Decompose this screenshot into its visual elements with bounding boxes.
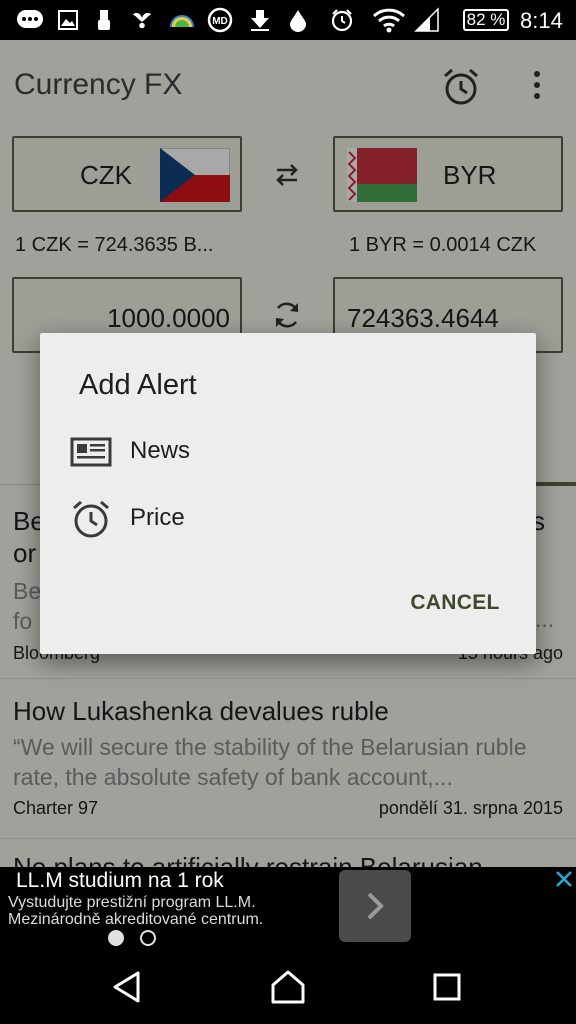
chevron-right-icon — [367, 892, 384, 920]
wifi-icon — [372, 8, 406, 33]
add-alert-dialog: Add Alert News Price CANCEL — [40, 333, 536, 654]
dialog-item-news[interactable]: News — [40, 421, 536, 483]
cancel-button[interactable]: CANCEL — [392, 583, 518, 623]
close-icon[interactable] — [554, 869, 574, 889]
recents-icon[interactable] — [432, 972, 462, 1002]
clock: 8:14 — [520, 8, 563, 33]
back-icon[interactable] — [110, 969, 146, 1005]
svg-text:MD: MD — [212, 16, 228, 27]
weather-icon — [168, 8, 196, 32]
signal-icon — [414, 7, 440, 32]
usb-icon — [92, 8, 116, 32]
ad-text-line1: Vystudujte prestižní program LL.M. — [8, 894, 256, 911]
ad-banner[interactable]: LL.M studium na 1 rok Vystudujte prestiž… — [0, 867, 576, 951]
navigation-bar — [0, 951, 576, 1024]
alarm-icon — [70, 498, 112, 540]
ad-text-line2: Mezinárodně akreditované centrum. — [8, 911, 264, 928]
ad-title: LL.M studium na 1 rok — [16, 869, 224, 892]
newspaper-icon — [70, 431, 112, 473]
drop-icon — [286, 8, 310, 32]
ad-page-dot-active[interactable] — [108, 930, 124, 946]
dialog-title: Add Alert — [79, 369, 197, 401]
download-icon — [248, 8, 272, 32]
ad-page-dot[interactable] — [140, 930, 156, 946]
message-icon — [16, 8, 44, 32]
home-icon[interactable] — [269, 968, 307, 1006]
dialog-item-label: News — [130, 437, 191, 464]
alarm-icon — [330, 8, 354, 32]
dialog-item-price[interactable]: Price — [40, 488, 536, 550]
image-icon — [56, 8, 80, 32]
battery-indicator: 82 % — [463, 9, 509, 31]
bird-icon — [130, 8, 154, 32]
status-bar: MD 82 % 8:14 — [0, 0, 576, 40]
ad-next-button[interactable] — [339, 870, 411, 942]
md-icon: MD — [206, 7, 236, 33]
dialog-item-label: Price — [130, 504, 185, 531]
